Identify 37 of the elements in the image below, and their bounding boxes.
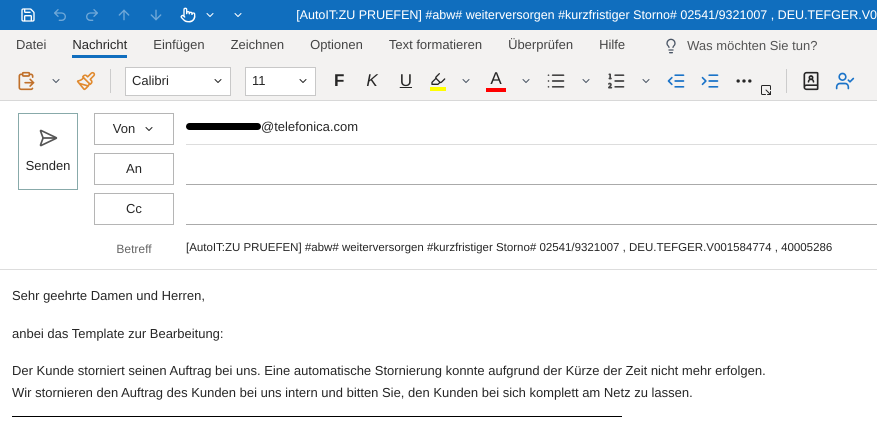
ribbon-tab[interactable]: Zeichnen — [230, 34, 284, 58]
paste-icon[interactable] — [16, 71, 36, 91]
underline-button[interactable]: U — [396, 68, 416, 94]
save-icon[interactable] — [20, 7, 36, 23]
body-text: Sehr geehrte Damen und Herren, — [12, 287, 206, 305]
bold-button[interactable]: F — [330, 68, 348, 94]
font-color-button[interactable]: A — [490, 70, 502, 88]
ribbon-tab[interactable]: Optionen — [310, 34, 363, 58]
ribbon-tab[interactable]: Einfügen — [153, 34, 205, 58]
from-address: @telefonica.com — [261, 118, 358, 136]
ribbon-tab[interactable]: Datei — [16, 34, 46, 58]
body-text: Wir stornieren den Auftrag des Kunden bei uns intern und bitten Sie, den Kunden bei sich komplett am Netz zu lassen. — [12, 384, 694, 402]
ribbon-tab[interactable]: Text formatieren — [388, 34, 482, 58]
send-button[interactable]: Senden — [18, 113, 78, 190]
address-book-icon[interactable] — [801, 71, 822, 91]
check-names-icon[interactable] — [835, 71, 856, 91]
italic-button[interactable]: K — [362, 68, 382, 94]
from-button[interactable]: Von — [94, 113, 174, 145]
subject-field[interactable]: [AutoIT:ZU PRUEFEN] #abw# weiterversorgen #kurzfristiger Storno# 02541/9321007 , DEU.TEFGER.V001584774 , 40005286 — [186, 240, 832, 258]
cc-button[interactable]: Cc — [94, 193, 174, 225]
body-text: Der Kunde storniert seinen Auftrag bei uns. Eine automatische Stornierung konnte aufgrund der Kürze der Zeit nicht mehr erfolgen. — [12, 362, 767, 380]
font-size-dropdown[interactable]: 11 — [245, 66, 316, 96]
ribbon-tab[interactable]: Hilfe — [599, 34, 626, 58]
color-bar — [486, 88, 506, 92]
ribbon-tab[interactable]: Nachricht — [72, 34, 128, 58]
tell-me-field[interactable]: Was möchten Sie tun? — [687, 36, 848, 56]
highlighter-icon[interactable] — [430, 71, 446, 91]
window-title: [AutoIT:ZU PRUEFEN] #abw# weiterversorgen #kurzfristiger Storno# 02541/9321007 , DEU.TEFGER.V0 — [296, 6, 877, 24]
to-button[interactable]: An — [94, 153, 174, 185]
send-icon — [38, 128, 58, 148]
ribbon-tab[interactable]: Überprüfen — [508, 34, 574, 58]
font-dropdown[interactable]: Calibri — [125, 66, 231, 96]
subject-label: Betreff — [115, 241, 153, 258]
dialog-launcher-icon[interactable] — [760, 84, 772, 96]
numbered-list-icon[interactable] — [606, 71, 626, 91]
body-text: anbei das Template zur Bearbeitung: — [12, 324, 225, 343]
touch-icon[interactable] — [180, 7, 196, 23]
